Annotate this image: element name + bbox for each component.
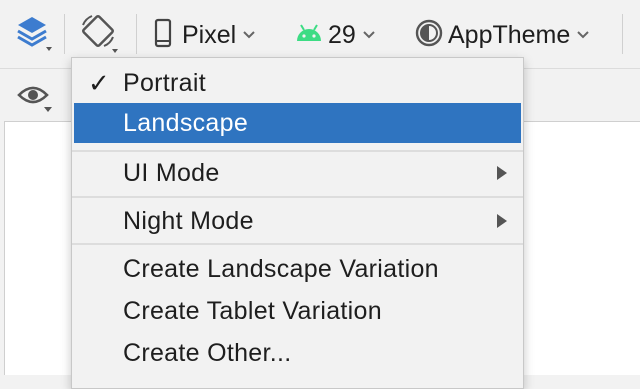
menu-item-ui-mode[interactable]: UI Mode [72,153,523,193]
view-options-button[interactable] [16,77,56,122]
menu-item-create-tablet-variation[interactable]: Create Tablet Variation [72,291,523,331]
theme-label: AppTheme [448,20,571,49]
submenu-arrow-icon [497,166,507,180]
chevron-down-icon [242,30,256,40]
device-label: Pixel [182,20,237,49]
phone-icon [152,18,174,53]
chevron-down-icon [362,30,376,40]
theme-icon [414,18,444,53]
menu-item-label: Create Tablet Variation [123,296,382,325]
menu-item-label: Night Mode [123,206,254,235]
theme-selector[interactable]: AppTheme [414,10,590,60]
chevron-down-icon [576,30,590,40]
layers-icon [12,11,54,60]
toolbar-separator [622,14,623,54]
android-icon [294,21,324,50]
menu-item-create-other[interactable]: Create Other... [72,333,523,373]
menu-item-landscape[interactable]: Landscape [74,103,521,143]
api-level-selector[interactable]: 29 [294,10,376,60]
toolbar-separator [64,14,65,54]
menu-separator [72,243,523,245]
eye-icon [16,86,56,121]
menu-item-label: Landscape [123,108,249,137]
menu-item-portrait[interactable]: ✓ Portrait [72,63,523,103]
submenu-arrow-icon [497,214,507,228]
menu-item-label: Create Other... [123,338,292,367]
menu-item-create-landscape-variation[interactable]: Create Landscape Variation [72,249,523,289]
api-level-label: 29 [328,20,356,49]
menu-item-night-mode[interactable]: Night Mode [72,201,523,241]
orientation-menu: ✓ Portrait Landscape UI Mode Night Mode … [71,57,524,389]
menu-separator [72,150,523,152]
menu-item-label: Portrait [123,68,206,97]
menu-item-label: Create Landscape Variation [123,254,439,283]
menu-separator [72,196,523,198]
device-selector[interactable]: Pixel [152,10,256,60]
design-surface-button[interactable] [12,10,54,60]
orientation-button[interactable] [78,10,122,60]
toolbar-separator [136,14,137,54]
orientation-icon [78,11,122,60]
checkmark-icon: ✓ [88,67,110,98]
menu-item-label: UI Mode [123,158,220,187]
